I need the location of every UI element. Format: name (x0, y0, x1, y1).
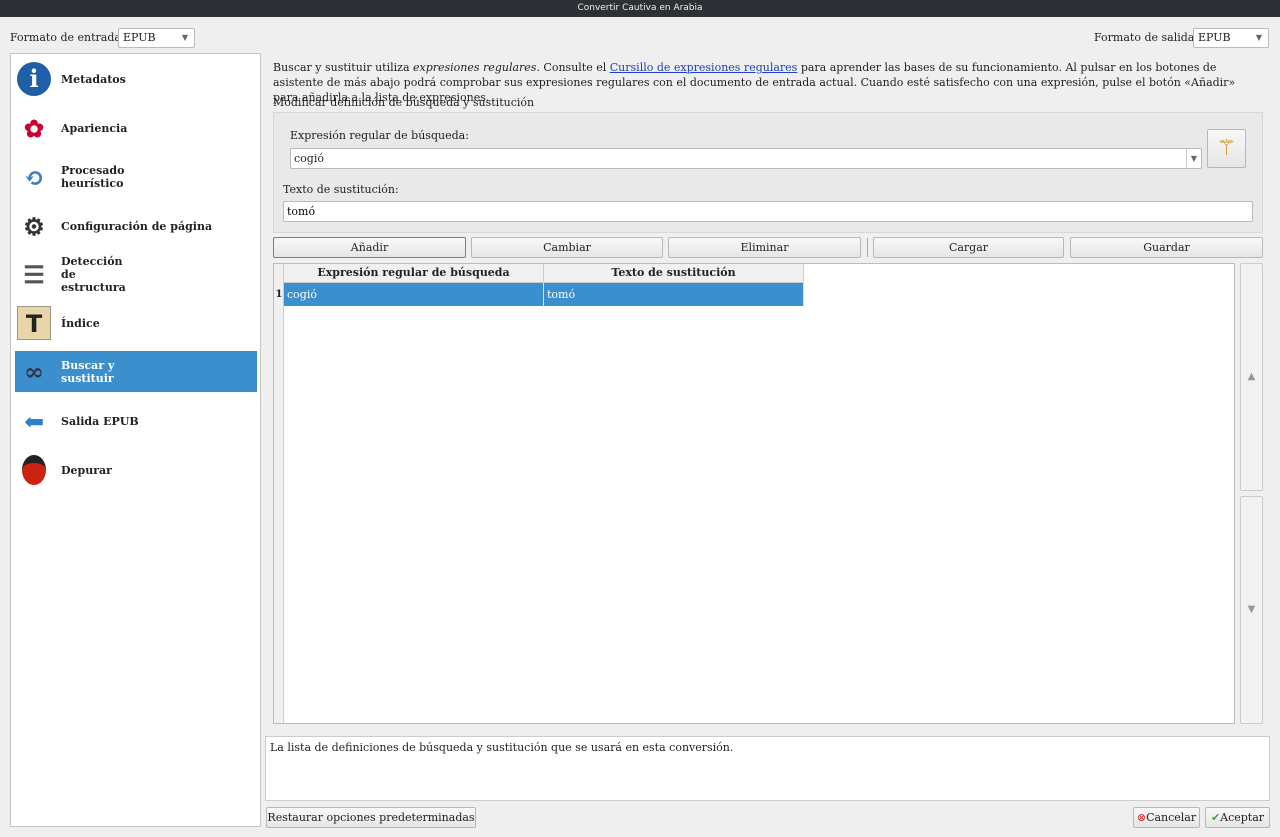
chevron-down-icon: ▼ (181, 33, 188, 42)
sidebar-item-apariencia[interactable]: ✿ Apariencia (15, 107, 257, 149)
arrow-left-icon: ⬅ (23, 406, 45, 436)
gear-icon: ⚙ (23, 211, 45, 241)
description-text: Buscar y sustituir utiliza (273, 61, 413, 74)
output-format-select[interactable]: EPUB ▼ (1193, 28, 1269, 48)
input-format-label: Formato de entrada: (10, 31, 125, 44)
sidebar-item-depurar[interactable]: Depurar (15, 449, 257, 491)
sidebar-item-label: Depurar (61, 463, 112, 477)
help-text: La lista de definiciones de búsqueda y s… (270, 741, 734, 754)
regex-wizard-button[interactable]: ⚚ (1207, 129, 1246, 168)
column-header-replace[interactable]: Texto de sustitución (544, 264, 804, 283)
output-format-label: Formato de salida: (1094, 31, 1199, 44)
arrow-down-icon: ▼ (1247, 604, 1256, 615)
sidebar-item-indice[interactable]: T Índice (15, 302, 257, 344)
arrow-up-icon: ▲ (1247, 371, 1256, 382)
row-number: 1 (275, 289, 283, 300)
sidebar: i Metadatos ✿ Apariencia ⟲ Procesado heurís… (10, 53, 261, 827)
sidebar-item-label: Procesado heurístico (61, 164, 125, 190)
ok-label: Aceptar (1220, 811, 1265, 824)
ok-button[interactable]: ✔Aceptar (1205, 807, 1270, 828)
sidebar-item-salida-epub[interactable]: ⬅ Salida EPUB (15, 400, 257, 442)
move-up-button[interactable]: ▲ (1240, 263, 1263, 491)
input-format-value: EPUB (123, 31, 156, 44)
appearance-icon: ✿ (23, 113, 45, 143)
replace-label: Texto de sustitución: (283, 183, 399, 196)
document-icon: ☰ (23, 259, 45, 289)
description-text: . Consulte el (536, 61, 610, 74)
separator (867, 238, 868, 257)
row-header (274, 264, 284, 723)
add-button[interactable]: Añadir (273, 237, 466, 258)
check-icon: ✔ (1210, 811, 1221, 824)
sidebar-item-label: Buscar y sustituir (61, 358, 115, 385)
sidebar-item-label: Salida EPUB (61, 414, 139, 428)
restore-defaults-button[interactable]: Restaurar opciones predeterminadas (266, 807, 476, 828)
search-regex-value: cogió (294, 152, 324, 165)
window-title: Convertir Cautiva en Arabia (0, 0, 1280, 17)
sidebar-item-metadatos[interactable]: i Metadatos (15, 58, 257, 100)
chevron-down-icon: ▼ (1255, 33, 1262, 42)
cancel-icon: ⊗ (1136, 811, 1147, 824)
regex-tutorial-link[interactable]: Cursillo de expresiones regulares (610, 61, 798, 74)
sidebar-item-label: Índice (61, 316, 100, 330)
edit-section-title: Modificar definición de búsqueda y susti… (273, 96, 535, 109)
search-regex-combo[interactable]: cogió ▼ (290, 148, 1202, 169)
sidebar-item-configuracion-pagina[interactable]: ⚙ Configuración de página (15, 205, 257, 247)
input-format-select[interactable]: EPUB ▼ (118, 28, 195, 48)
sidebar-item-label: Detección de estructura (61, 254, 126, 294)
sidebar-item-heuristico[interactable]: ⟲ Procesado heurístico (15, 156, 257, 198)
cancel-label: Cancelar (1146, 811, 1197, 824)
sidebar-item-label: Configuración de página (61, 219, 213, 233)
output-format-value: EPUB (1198, 31, 1231, 44)
search-label: Expresión regular de búsqueda: (290, 129, 469, 142)
magic-wand-icon: ⚚ (1216, 136, 1237, 161)
chevron-down-icon[interactable]: ▼ (1186, 149, 1201, 168)
ladybug-icon (15, 451, 53, 489)
table-cell-replace[interactable]: tomó (544, 283, 804, 306)
description-italic: expresiones regulares (413, 61, 537, 74)
help-box: La lista de definiciones de búsqueda y s… (265, 736, 1270, 801)
table-cell-search[interactable]: cogió (284, 283, 544, 306)
sidebar-item-label: Metadatos (61, 72, 126, 86)
rules-table: Expresión regular de búsqueda Texto de s… (273, 263, 1235, 724)
sidebar-item-label: Apariencia (61, 121, 128, 135)
sidebar-item-buscar-sustituir[interactable]: ∞ Buscar y sustituir (15, 351, 257, 392)
change-button[interactable]: Cambiar (471, 237, 663, 258)
info-icon: i (15, 60, 53, 98)
toc-icon: T (15, 304, 53, 342)
save-button[interactable]: Guardar (1070, 237, 1263, 258)
heuristics-icon: ⟲ (23, 162, 45, 192)
remove-button[interactable]: Eliminar (668, 237, 861, 258)
load-button[interactable]: Cargar (873, 237, 1064, 258)
replace-input[interactable] (283, 201, 1253, 222)
sidebar-item-estructura[interactable]: ☰ Detección de estructura (15, 253, 257, 295)
column-header-search[interactable]: Expresión regular de búsqueda (284, 264, 544, 283)
move-down-button[interactable]: ▼ (1240, 496, 1263, 724)
binoculars-icon: ∞ (24, 357, 44, 386)
cancel-button[interactable]: ⊗Cancelar (1133, 807, 1200, 828)
